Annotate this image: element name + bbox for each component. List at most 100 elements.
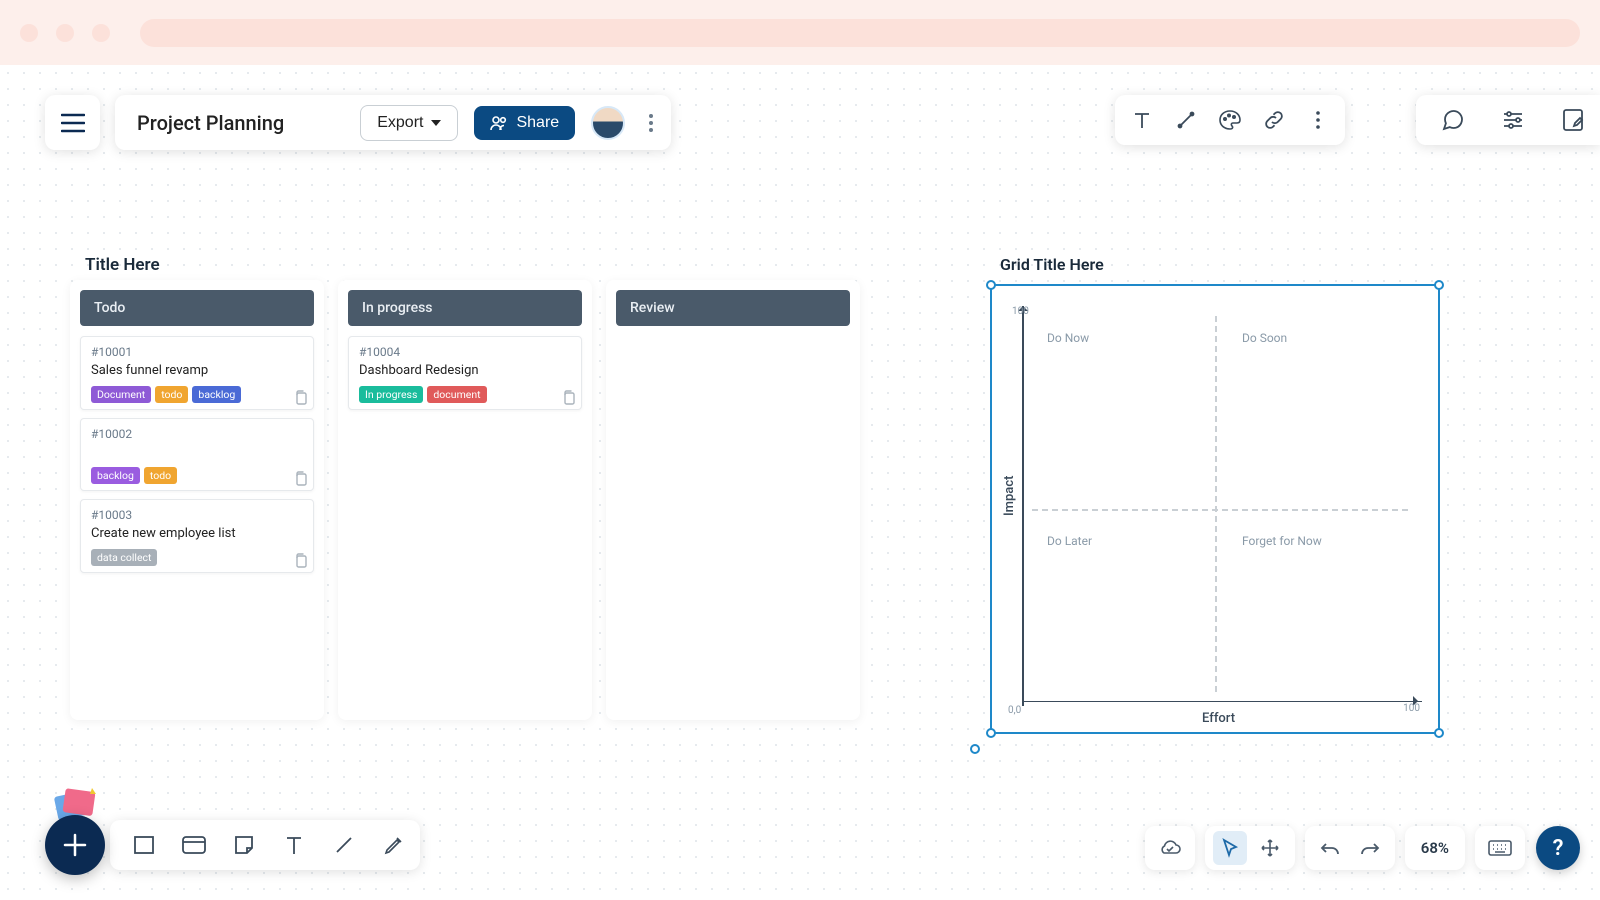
card-id: #10001 (91, 345, 303, 359)
undo-button[interactable] (1313, 831, 1347, 865)
tag: document (427, 386, 486, 403)
card-title (91, 445, 303, 459)
x-axis (1022, 701, 1422, 703)
x-axis-max: 100 (1403, 703, 1420, 714)
right-dock (1416, 95, 1600, 145)
kanban-lane[interactable]: Todo#10001Sales funnel revampDocumenttod… (70, 280, 324, 720)
rotate-handle[interactable] (970, 744, 980, 754)
help-button[interactable]: ? (1536, 826, 1580, 870)
undo-icon (1320, 841, 1340, 855)
pan-mode-button[interactable] (1253, 831, 1287, 865)
card-tags: data collect (91, 549, 303, 566)
kanban-lane[interactable]: Review (606, 280, 860, 720)
canvas[interactable]: Project Planning Export Share (0, 65, 1600, 900)
highlighter-icon (382, 833, 406, 857)
pen-tool[interactable] (378, 829, 410, 861)
pointer-mode-button[interactable] (1213, 831, 1247, 865)
cursor-icon (1221, 838, 1239, 858)
grid-title[interactable]: Grid Title Here (1000, 255, 1460, 274)
line-icon (333, 834, 355, 856)
quadrant-label-tl: Do Now (1047, 331, 1089, 345)
kanban-lane[interactable]: In progress#10004Dashboard RedesignIn pr… (338, 280, 592, 720)
priority-grid-widget[interactable]: Grid Title Here Do Now Do Soon Do Later … (990, 255, 1460, 734)
kanban-card[interactable]: #10002 backlogtodo (80, 418, 314, 491)
window-maximize-icon[interactable] (92, 24, 110, 42)
more-vertical-icon (649, 114, 653, 132)
lane-header[interactable]: Review (616, 290, 850, 326)
line-shape-tool[interactable] (328, 829, 360, 861)
resize-handle-tl[interactable] (986, 280, 996, 290)
keyboard-shortcuts-button[interactable] (1475, 826, 1525, 870)
kanban-card[interactable]: #10003Create new employee listdata colle… (80, 499, 314, 573)
card-title: Create new employee list (91, 526, 303, 541)
card-tags: In progressdocument (359, 386, 571, 403)
card-id: #10004 (359, 345, 571, 359)
user-avatar[interactable] (591, 106, 625, 140)
link-button[interactable] (1253, 99, 1295, 141)
x-axis-label: Effort (1202, 711, 1235, 726)
tag: Document (91, 386, 151, 403)
lane-header[interactable]: Todo (80, 290, 314, 326)
kanban-card[interactable]: #10004Dashboard RedesignIn progressdocum… (348, 336, 582, 410)
main-menu-button[interactable] (45, 95, 100, 150)
kanban-title[interactable]: Title Here (85, 255, 160, 275)
hamburger-icon (61, 113, 85, 133)
caret-down-icon (431, 120, 441, 126)
move-icon (1260, 838, 1280, 858)
tag: backlog (91, 467, 140, 484)
window-minimize-icon[interactable] (56, 24, 74, 42)
header-more-button[interactable] (641, 114, 661, 132)
zoom-group[interactable]: 68% (1405, 826, 1465, 870)
browser-chrome (0, 0, 1600, 65)
card-icon (181, 835, 207, 855)
add-button[interactable] (45, 815, 105, 875)
square-icon (133, 834, 155, 856)
sticky-note-tool[interactable] (228, 829, 260, 861)
card-menu-button[interactable] (294, 471, 307, 486)
card-menu-button[interactable] (562, 390, 575, 405)
address-bar[interactable] (140, 19, 1580, 47)
people-icon (490, 115, 508, 131)
resize-handle-bl[interactable] (986, 728, 996, 738)
grid-divider-horizontal (1032, 509, 1408, 511)
card-tool[interactable] (178, 829, 210, 861)
redo-button[interactable] (1353, 831, 1387, 865)
line-icon (1175, 109, 1197, 131)
sliders-icon (1501, 109, 1525, 131)
document-title[interactable]: Project Planning (137, 111, 284, 135)
color-picker-button[interactable] (1209, 99, 1251, 141)
tag: todo (144, 467, 177, 484)
sync-status-button[interactable] (1153, 831, 1187, 865)
tag: In progress (359, 386, 423, 403)
quadrant-label-br: Forget for Now (1242, 534, 1322, 548)
priority-grid[interactable]: Do Now Do Soon Do Later Forget for Now I… (990, 284, 1440, 734)
card-menu-button[interactable] (294, 553, 307, 568)
card-id: #10002 (91, 427, 303, 441)
lane-header[interactable]: In progress (348, 290, 582, 326)
resize-handle-tr[interactable] (1434, 280, 1444, 290)
resize-handle-br[interactable] (1434, 728, 1444, 738)
export-button[interactable]: Export (360, 105, 458, 141)
notes-button[interactable] (1552, 99, 1594, 141)
zoom-level: 68% (1413, 839, 1457, 857)
rectangle-tool[interactable] (128, 829, 160, 861)
line-tool-button[interactable] (1165, 99, 1207, 141)
palette-icon (1218, 109, 1242, 131)
selection-more-button[interactable] (1297, 99, 1339, 141)
comments-button[interactable] (1432, 99, 1474, 141)
axis-origin: 0,0 (1008, 705, 1021, 716)
share-button[interactable]: Share (474, 106, 575, 140)
kanban-board[interactable]: Todo#10001Sales funnel revampDocumenttod… (70, 280, 860, 720)
settings-button[interactable] (1492, 99, 1534, 141)
cloud-status (1145, 826, 1195, 870)
share-label: Share (516, 114, 559, 132)
card-menu-button[interactable] (294, 390, 307, 405)
window-close-icon[interactable] (20, 24, 38, 42)
tag: todo (155, 386, 188, 403)
plus-icon (62, 832, 88, 858)
text-tool-button[interactable] (1121, 99, 1163, 141)
y-axis-max: 100 (1012, 306, 1029, 317)
text-shape-tool[interactable] (278, 829, 310, 861)
card-title: Sales funnel revamp (91, 363, 303, 378)
kanban-card[interactable]: #10001Sales funnel revampDocumenttodobac… (80, 336, 314, 410)
